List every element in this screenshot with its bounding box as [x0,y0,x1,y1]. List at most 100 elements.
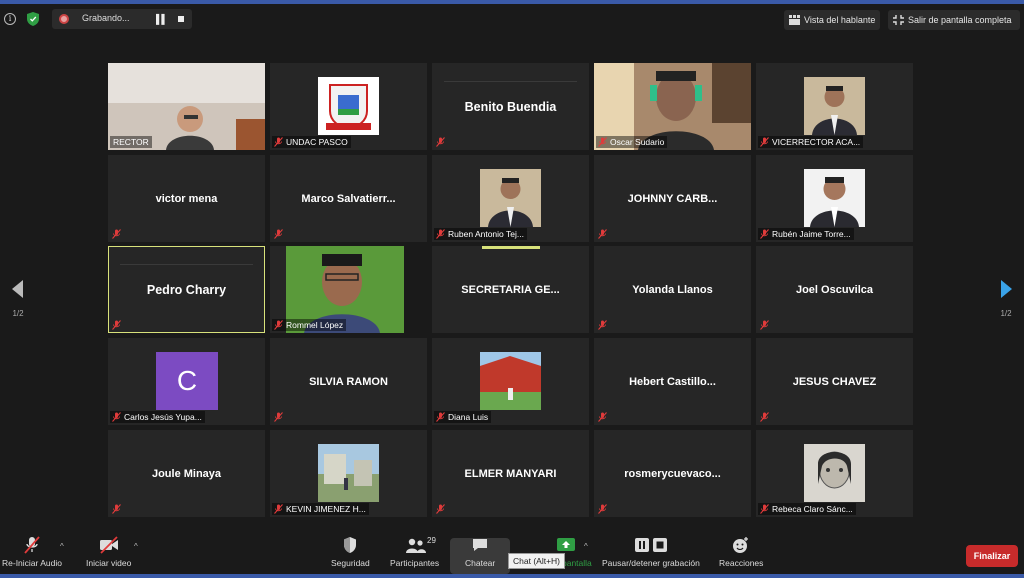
participant-tile[interactable]: Diana Luis [432,338,589,425]
pause-stop-icon [634,538,667,552]
participant-name: SECRETARIA GE... [461,283,560,296]
participant-tile[interactable]: SECRETARIA GE... [432,246,589,333]
arrow-right-icon [1001,280,1012,298]
participant-name-label: Rubén Jaime Torre... [758,228,854,240]
participant-name-label: RECTOR [110,136,152,148]
participants-icon [406,538,426,553]
share-screen-label: pantalla [562,558,592,568]
undac-logo [318,77,379,135]
participant-tile[interactable]: victor mena [108,155,265,242]
participant-tile[interactable]: Oscar Sudario [594,63,751,150]
participant-tile[interactable]: Joule Minaya [108,430,265,517]
participant-tile[interactable]: Marco Salvatierr... [270,155,427,242]
mic-muted-icon [112,229,121,239]
mic-muted-icon [112,320,121,330]
participant-tile[interactable]: VICERRECTOR ACA... [756,63,913,150]
participant-name: rosmerycuevaco... [624,467,721,480]
tile-divider [120,264,253,265]
unmute-label: Re-Iniciar Audio [2,558,63,568]
participant-photo [804,77,865,135]
mic-muted-icon [274,504,283,514]
share-screen-icon [556,538,575,551]
participant-tile[interactable]: Pedro Charry [108,246,265,333]
participant-tile[interactable]: Rommel López [270,246,427,333]
participant-name: RECTOR [113,137,149,147]
mic-muted-icon [598,320,607,330]
participant-tile[interactable]: Ruben Antonio Tej... [432,155,589,242]
mic-muted-icon [598,504,607,514]
participant-name: Rebeca Claro Sánc... [772,504,853,514]
previous-page-button[interactable]: 1/2 [8,280,28,318]
avatar: C [156,352,218,410]
start-video-button[interactable]: Iniciar video [86,536,131,568]
mic-muted-icon [436,229,445,239]
participant-tile[interactable]: Benito Buendia [432,63,589,150]
end-meeting-button[interactable]: Finalizar [966,545,1018,567]
mic-muted-icon [274,320,283,330]
participant-tile[interactable]: JESUS CHAVEZ [756,338,913,425]
participant-tile[interactable]: UNDAC PASCO [270,63,427,150]
participant-tile[interactable]: KEVIN JIMENEZ H... [270,430,427,517]
participant-name-label: KEVIN JIMENEZ H... [272,503,369,515]
participant-tile[interactable]: SILVIA RAMON [270,338,427,425]
participant-name: SILVIA RAMON [309,375,388,388]
page-indicator-right: 1/2 [1000,309,1012,318]
participant-tile[interactable]: rosmerycuevaco... [594,430,751,517]
mic-muted-icon [598,412,607,422]
mic-muted-icon [436,412,445,422]
pause-stop-recording-button[interactable]: Pausar/detener grabación [602,536,700,568]
participant-name-label: VICERRECTOR ACA... [758,136,864,148]
participant-photo [804,444,865,502]
participant-tile[interactable]: C Carlos Jesús Yupa... [108,338,265,425]
participant-tile[interactable]: Yolanda Llanos [594,246,751,333]
unmute-button[interactable]: Re-Iniciar Audio [2,536,62,568]
share-options-caret-icon[interactable]: ^ [584,542,588,551]
mic-muted-icon [598,229,607,239]
reactions-label: Reacciones [719,558,764,568]
reaction-smiley-icon [733,537,749,553]
chat-button[interactable]: Chatear [465,536,495,568]
window-bottom-border [0,574,1024,578]
mic-muted-icon [760,320,769,330]
participant-photo [480,169,541,227]
participant-name: Diana Luis [448,412,489,422]
participant-name-label: Ruben Antonio Tej... [434,228,527,240]
participant-name: Yolanda Llanos [632,283,713,296]
participant-tile[interactable]: Rubén Jaime Torre... [756,155,913,242]
participant-photo [318,444,379,502]
participant-tile[interactable]: Hebert Castillo... [594,338,751,425]
participant-tile[interactable]: Rebeca Claro Sánc... [756,430,913,517]
participant-name: Rubén Jaime Torre... [772,229,851,239]
participant-name: JOHNNY CARB... [627,192,718,205]
participant-name-label: Rebeca Claro Sánc... [758,503,856,515]
participants-button[interactable]: 29 Participantes [390,536,439,568]
security-label: Seguridad [331,558,370,568]
participant-name: Benito Buendia [464,99,557,114]
mic-muted-icon [112,412,121,422]
mic-muted-icon [598,137,607,147]
participant-name: Joel Oscuvilca [795,283,874,296]
active-speaker-bar [482,246,540,249]
chat-label: Chatear [465,558,496,568]
participant-tile[interactable]: JOHNNY CARB... [594,155,751,242]
security-button[interactable]: Seguridad [331,536,370,568]
participant-tile[interactable]: ELMER MANYARI [432,430,589,517]
participant-name: victor mena [155,192,218,205]
participant-tile[interactable]: RECTOR [108,63,265,150]
participant-tile[interactable]: Joel Oscuvilca [756,246,913,333]
participant-name-label: Carlos Jesús Yupa... [110,411,205,423]
page-indicator-left: 1/2 [12,309,24,318]
participant-name: JESUS CHAVEZ [792,375,877,388]
mic-muted-icon [274,412,283,422]
participant-name-label: Oscar Sudario [596,136,668,148]
participant-name: Oscar Sudario [610,137,665,147]
audio-options-caret-icon[interactable]: ^ [60,542,64,551]
arrow-left-icon [12,280,23,298]
next-page-button[interactable]: 1/2 [996,280,1016,318]
participant-name: Marco Salvatierr... [301,192,396,205]
mic-muted-icon [274,229,283,239]
video-options-caret-icon[interactable]: ^ [134,542,138,551]
reactions-button[interactable]: Reacciones [719,536,763,568]
tile-divider [444,81,577,82]
participant-name: ELMER MANYARI [464,467,557,480]
